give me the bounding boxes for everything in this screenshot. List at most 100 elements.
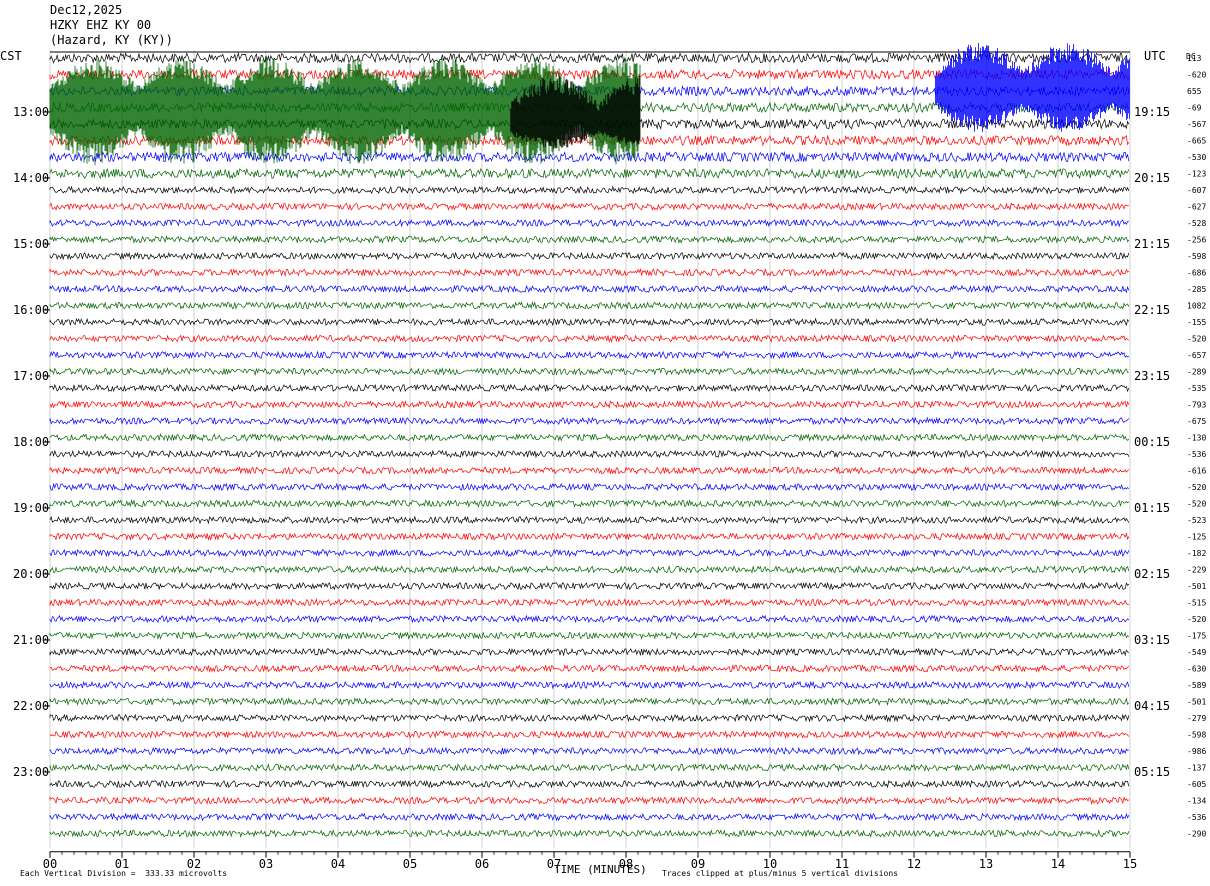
- right-hour-label: 21:15: [1134, 237, 1170, 251]
- seismic-trace: [49, 234, 1130, 244]
- scale-note: Each Vertical Division = 333.33 microvol…: [20, 869, 228, 878]
- right-hour-label: 23:15: [1134, 369, 1170, 383]
- left-hour-label: 22:00: [13, 699, 49, 713]
- seismic-trace: [49, 301, 1130, 310]
- seismic-trace: [49, 713, 1130, 723]
- left-hour-label: 20:00: [13, 567, 49, 581]
- seismic-trace: [49, 284, 1130, 294]
- dc-offset-value: -520: [1187, 615, 1206, 624]
- clip-note: Traces clipped at plus/minus 5 vertical …: [662, 869, 899, 878]
- x-tick-label: 12: [907, 857, 921, 871]
- event-burst: [935, 43, 1130, 132]
- seismic-trace: [49, 416, 1130, 426]
- seismic-trace: [49, 268, 1130, 277]
- dc-offset-value: -501: [1187, 698, 1206, 707]
- dc-offset-value: -256: [1187, 236, 1206, 245]
- dc-offset-value: -665: [1187, 137, 1206, 146]
- trace-group: [49, 52, 1130, 838]
- seismic-trace: [49, 433, 1130, 442]
- right-hour-label: 03:15: [1134, 633, 1170, 647]
- seismic-trace: [49, 680, 1130, 690]
- right-hour-label: 02:15: [1134, 567, 1170, 581]
- dc-offset-value: -605: [1187, 780, 1206, 789]
- right-hour-label: 22:15: [1134, 303, 1170, 317]
- dc-offset-value: -155: [1187, 318, 1206, 327]
- seismic-trace: [49, 383, 1130, 393]
- seismic-trace: [49, 350, 1130, 360]
- seismic-trace: [49, 812, 1130, 822]
- dc-offset-value: -528: [1187, 219, 1206, 228]
- dc-offset-value: -630: [1187, 665, 1206, 674]
- left-hour-label: 17:00: [13, 369, 49, 383]
- seismic-trace: [49, 746, 1129, 756]
- dc-offset-value: -501: [1187, 582, 1206, 591]
- seismic-trace: [49, 763, 1130, 772]
- dc-offset-value: -793: [1187, 401, 1206, 410]
- left-hour-label: 14:00: [13, 171, 49, 185]
- seismic-trace: [49, 499, 1130, 508]
- seismic-trace: [49, 796, 1129, 805]
- seismic-trace: [49, 334, 1130, 344]
- dc-offset-value: -657: [1187, 351, 1206, 360]
- seismic-trace: [49, 515, 1130, 525]
- seismic-trace: [49, 185, 1130, 195]
- right-timezone: UTC: [1144, 49, 1166, 63]
- dc-offset-value: -520: [1187, 335, 1206, 344]
- dc-offset-value: -616: [1187, 467, 1206, 476]
- seismic-trace: [49, 631, 1130, 640]
- x-tick-label: 04: [331, 857, 345, 871]
- x-tick-label: 15: [1123, 857, 1137, 871]
- dc-offset-value: -675: [1187, 417, 1206, 426]
- right-hour-label: 05:15: [1134, 765, 1170, 779]
- x-axis-title: TIME (MINUTES): [554, 863, 647, 876]
- seismic-trace: [49, 664, 1130, 673]
- dc-offset-value: -69: [1187, 104, 1202, 113]
- seismic-trace: [49, 548, 1130, 558]
- dc-offset-value: 655: [1187, 87, 1202, 96]
- seismic-trace: [49, 317, 1130, 327]
- seismic-trace: [49, 202, 1130, 211]
- dc-offset-value: -520: [1187, 483, 1206, 492]
- dc-offset-value: -549: [1187, 648, 1206, 657]
- dc-offset-value: -536: [1187, 813, 1206, 822]
- dc-offset-value: -515: [1187, 599, 1206, 608]
- dc-offset-value: -289: [1187, 368, 1206, 377]
- dc-offset-value: -125: [1187, 533, 1206, 542]
- dc-offset-value: 1082: [1187, 302, 1206, 311]
- dc-offset-value: -520: [1187, 500, 1206, 509]
- x-tick-label: 14: [1051, 857, 1065, 871]
- dc-offset-value: -285: [1187, 285, 1206, 294]
- seismic-trace: [49, 151, 1130, 163]
- seismic-trace: [49, 598, 1129, 607]
- seismic-trace: [49, 532, 1130, 542]
- x-tick-label: 06: [475, 857, 489, 871]
- right-hour-label: 00:15: [1134, 435, 1170, 449]
- dc-offset-value: -598: [1187, 731, 1206, 740]
- right-hour-label: 01:15: [1134, 501, 1170, 515]
- seismic-trace: [49, 466, 1130, 475]
- dc-label: DC: [1186, 52, 1196, 61]
- dc-offset-value: -567: [1187, 120, 1206, 129]
- event-group: [49, 43, 1130, 166]
- dc-offset-value: -134: [1187, 797, 1206, 806]
- left-hour-label: 19:00: [13, 501, 49, 515]
- dc-offset-value: -123: [1187, 170, 1206, 179]
- dc-offset-value: -175: [1187, 632, 1206, 641]
- seismic-trace: [49, 697, 1130, 706]
- seismic-trace: [49, 367, 1129, 376]
- dc-offset-value: -290: [1187, 830, 1206, 839]
- dc-offset-value: -530: [1187, 153, 1206, 162]
- seismic-trace: [49, 449, 1130, 459]
- dc-offset-value: -686: [1187, 269, 1206, 278]
- dc-offset-value: -607: [1187, 186, 1206, 195]
- seismic-trace: [49, 730, 1130, 739]
- seismic-trace: [49, 482, 1130, 492]
- dc-offset-value: -279: [1187, 714, 1206, 723]
- dc-offset-value: -137: [1187, 764, 1206, 773]
- left-hour-label: 15:00: [13, 237, 49, 251]
- seismic-trace: [49, 829, 1130, 838]
- header-location: (Hazard, KY (KY)): [50, 33, 173, 47]
- right-hour-label: 04:15: [1134, 699, 1170, 713]
- dc-offset-value: -627: [1187, 203, 1206, 212]
- seismic-trace: [49, 647, 1129, 657]
